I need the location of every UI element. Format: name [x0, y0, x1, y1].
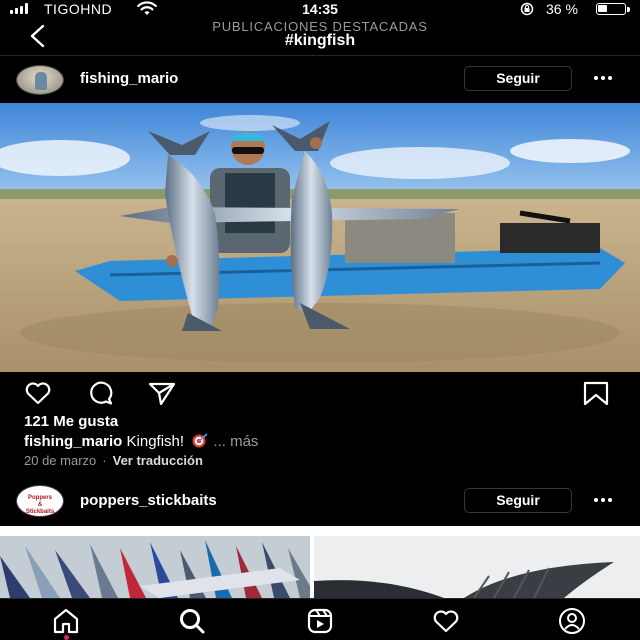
lures-thumbnail[interactable] [0, 536, 310, 598]
heart-icon[interactable] [432, 607, 460, 635]
status-time: 14:35 [302, 1, 338, 17]
meta-separator: · [102, 453, 107, 468]
heart-icon[interactable] [24, 380, 52, 406]
target-emoji-icon [192, 433, 208, 448]
post-meta: 20 de marzo · Ver traducción [24, 453, 203, 468]
post-date: 20 de marzo [24, 453, 97, 468]
battery-percent: 36 % [546, 1, 578, 17]
header-divider [0, 55, 640, 56]
more-options-icon[interactable] [594, 68, 618, 88]
popper-thumbnail[interactable] [314, 536, 640, 598]
avatar-text-line3: Stickbaits [25, 509, 55, 515]
next-post-header: Poppers & Stickbaits poppers_stickbaits … [0, 482, 640, 522]
post-header: fishing_mario Seguir [0, 58, 640, 100]
profile-icon[interactable] [558, 607, 586, 635]
battery-icon [596, 3, 630, 15]
paper-plane-icon[interactable] [148, 380, 176, 406]
like-count[interactable]: 121 Me gusta [24, 413, 118, 430]
post-caption: fishing_mario Kingfish! ... más [24, 433, 258, 450]
caption-username[interactable]: fishing_mario [24, 433, 122, 450]
reels-icon[interactable] [306, 607, 334, 635]
translate-link[interactable]: Ver traducción [113, 453, 203, 468]
caption-more-link[interactable]: ... más [213, 433, 258, 450]
follow-button[interactable]: Seguir [464, 66, 572, 91]
bookmark-icon[interactable] [582, 380, 610, 406]
page-header: PUBLICACIONES DESTACADAS #kingfish [0, 18, 640, 54]
follow-button[interactable]: Seguir [464, 488, 572, 513]
avatar[interactable] [16, 65, 64, 95]
post-username[interactable]: fishing_mario [80, 70, 178, 87]
page-title: #kingfish [284, 32, 356, 49]
bottom-nav [0, 598, 640, 640]
status-bar: TIGOHND 14:35 36 % [0, 0, 640, 18]
notification-dot [64, 635, 69, 640]
post-actions [0, 380, 640, 408]
avatar-text-line2: & [37, 502, 43, 508]
more-options-icon[interactable] [594, 490, 618, 510]
next-post-media[interactable] [0, 526, 640, 598]
next-post-username[interactable]: poppers_stickbaits [80, 492, 217, 509]
orientation-lock-icon [520, 2, 534, 16]
avatar-text-line1: Poppers [27, 495, 52, 501]
post-photo[interactable] [0, 103, 640, 372]
caption-text: Kingfish! [126, 433, 185, 450]
search-icon[interactable] [178, 607, 206, 635]
comment-bubble-icon[interactable] [86, 380, 114, 406]
home-icon[interactable] [52, 607, 80, 635]
avatar[interactable]: Poppers & Stickbaits [16, 485, 64, 517]
fishing-photo-image [0, 103, 640, 372]
